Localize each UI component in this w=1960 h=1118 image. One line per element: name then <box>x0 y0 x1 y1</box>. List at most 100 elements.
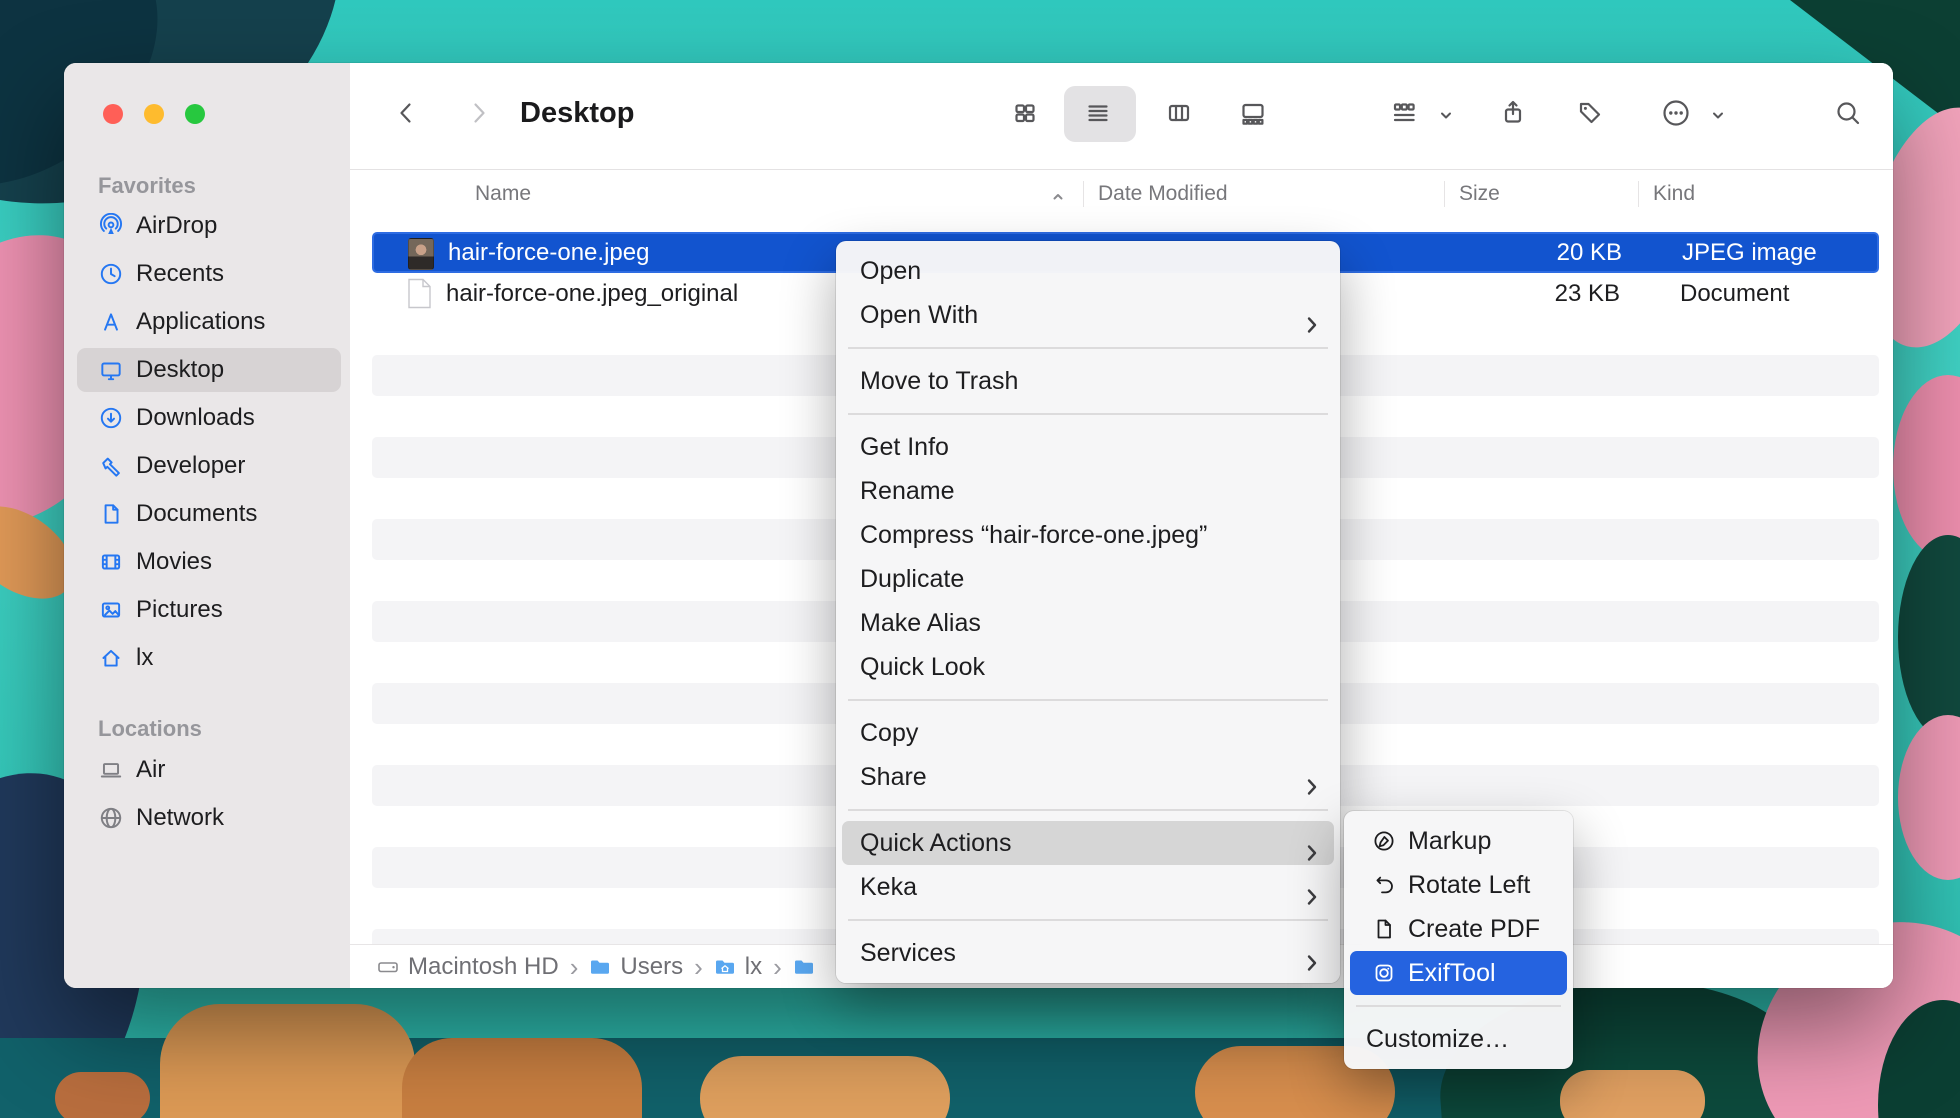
submenu-chevron-icon <box>1302 767 1322 787</box>
sidebar-item-label: Documents <box>136 500 257 528</box>
menu-item-keka[interactable]: Keka <box>836 865 1340 909</box>
submenu-chevron-icon <box>1302 833 1322 853</box>
sidebar-item-airdrop[interactable]: AirDrop <box>77 204 341 248</box>
menu-item-quick-look[interactable]: Quick Look <box>836 645 1340 689</box>
sidebar-item-label: Pictures <box>136 596 223 624</box>
disk-icon <box>377 956 399 978</box>
menu-item-rename[interactable]: Rename <box>836 469 1340 513</box>
sidebar-item-air[interactable]: Air <box>77 748 341 792</box>
column-header-size[interactable]: Size <box>1459 181 1500 207</box>
menu-item-make-alias[interactable]: Make Alias <box>836 601 1340 645</box>
group-by-button[interactable] <box>1386 95 1422 131</box>
column-divider[interactable] <box>1083 181 1084 207</box>
menu-separator <box>848 919 1328 921</box>
menu-separator <box>1356 1005 1561 1007</box>
sidebar-item-developer[interactable]: Developer <box>77 444 341 488</box>
photo-icon <box>98 597 124 623</box>
home-icon <box>98 645 124 671</box>
back-button[interactable] <box>388 95 424 131</box>
minimize-button[interactable] <box>144 104 164 124</box>
menu-item-open-with[interactable]: Open With <box>836 293 1340 337</box>
document-icon <box>98 501 124 527</box>
document-file-icon <box>407 278 432 316</box>
column-header-date-modified[interactable]: Date Modified <box>1098 181 1228 207</box>
sidebar-item-label: Applications <box>136 308 265 336</box>
menu-item-duplicate[interactable]: Duplicate <box>836 557 1340 601</box>
sidebar-item-label: AirDrop <box>136 212 217 240</box>
wallpaper-shape <box>55 1072 150 1118</box>
globe-icon <box>98 805 124 831</box>
menu-item-move-to-trash[interactable]: Move to Trash <box>836 359 1340 403</box>
film-icon <box>98 549 124 575</box>
submenu-item-create-pdf[interactable]: Create PDF <box>1344 907 1573 951</box>
column-divider[interactable] <box>1638 181 1639 207</box>
menu-item-quick-actions[interactable]: Quick Actions <box>842 821 1334 865</box>
sidebar-item-desktop[interactable]: Desktop <box>77 348 341 392</box>
sidebar-section-favorites: Favorites <box>98 173 196 199</box>
sidebar-item-label: Downloads <box>136 404 255 432</box>
sidebar-item-label: lx <box>136 644 153 672</box>
path-item-lx[interactable]: lx <box>745 953 762 981</box>
sidebar-item-lx[interactable]: lx <box>77 636 341 680</box>
menu-separator <box>848 347 1328 349</box>
menu-item-share[interactable]: Share <box>836 755 1340 799</box>
wallpaper-shape <box>1898 715 1960 880</box>
sidebar-item-downloads[interactable]: Downloads <box>77 396 341 440</box>
sidebar-item-applications[interactable]: Applications <box>77 300 341 344</box>
desktop-icon <box>98 357 124 383</box>
image-thumbnail <box>408 238 434 270</box>
window-title: Desktop <box>520 97 634 130</box>
file-name: hair-force-one.jpeg <box>448 232 649 273</box>
search-button[interactable] <box>1830 95 1866 131</box>
menu-item-compress[interactable]: Compress “hair-force-one.jpeg” <box>836 513 1340 557</box>
applications-icon <box>98 309 124 335</box>
wallpaper-shape <box>700 1056 950 1118</box>
wallpaper-shape <box>1560 1070 1705 1118</box>
file-size: 20 KB <box>1512 232 1622 273</box>
path-item-macintosh-hd[interactable]: Macintosh HD <box>408 953 559 981</box>
file-kind: Document <box>1680 273 1789 314</box>
quick-actions-submenu: Markup Rotate Left Create PDF ExifTool C… <box>1344 811 1573 1069</box>
close-button[interactable] <box>103 104 123 124</box>
sidebar: Favorites AirDrop Recents Applications D… <box>64 63 351 988</box>
rotate-left-icon <box>1372 873 1396 897</box>
list-view-button[interactable] <box>1080 95 1116 131</box>
path-chevron-icon: › <box>570 956 579 978</box>
menu-item-copy[interactable]: Copy <box>836 711 1340 755</box>
sidebar-item-movies[interactable]: Movies <box>77 540 341 584</box>
toolbar: Desktop <box>350 63 1893 170</box>
share-button[interactable] <box>1495 95 1531 131</box>
sidebar-item-documents[interactable]: Documents <box>77 492 341 536</box>
downloads-icon <box>98 405 124 431</box>
icon-view-button[interactable] <box>1007 95 1043 131</box>
wallpaper-shape <box>1893 375 1960 560</box>
tag-button[interactable] <box>1572 95 1608 131</box>
more-actions-button[interactable] <box>1658 95 1694 131</box>
menu-item-open[interactable]: Open <box>836 249 1340 293</box>
chevron-down-icon <box>1438 107 1454 123</box>
sidebar-item-pictures[interactable]: Pictures <box>77 588 341 632</box>
clock-icon <box>98 261 124 287</box>
sidebar-item-network[interactable]: Network <box>77 796 341 840</box>
column-header-name[interactable]: Name <box>475 181 531 207</box>
column-header-kind[interactable]: Kind <box>1653 181 1695 207</box>
zoom-button[interactable] <box>185 104 205 124</box>
menu-separator <box>848 809 1328 811</box>
menu-item-get-info[interactable]: Get Info <box>836 425 1340 469</box>
folder-icon <box>793 956 815 978</box>
column-view-button[interactable] <box>1161 95 1197 131</box>
submenu-item-rotate-left[interactable]: Rotate Left <box>1344 863 1573 907</box>
gallery-view-button[interactable] <box>1235 95 1271 131</box>
menu-item-services[interactable]: Services <box>836 931 1340 975</box>
sidebar-item-recents[interactable]: Recents <box>77 252 341 296</box>
forward-button[interactable] <box>461 95 497 131</box>
path-item-users[interactable]: Users <box>620 953 683 981</box>
column-divider[interactable] <box>1444 181 1445 207</box>
submenu-item-markup[interactable]: Markup <box>1344 819 1573 863</box>
submenu-item-exiftool[interactable]: ExifTool <box>1350 951 1567 995</box>
file-kind: JPEG image <box>1682 232 1817 273</box>
file-size: 23 KB <box>1510 273 1620 314</box>
submenu-item-customize[interactable]: Customize… <box>1344 1017 1573 1061</box>
sidebar-item-label: Developer <box>136 452 245 480</box>
sidebar-item-label: Desktop <box>136 356 224 384</box>
